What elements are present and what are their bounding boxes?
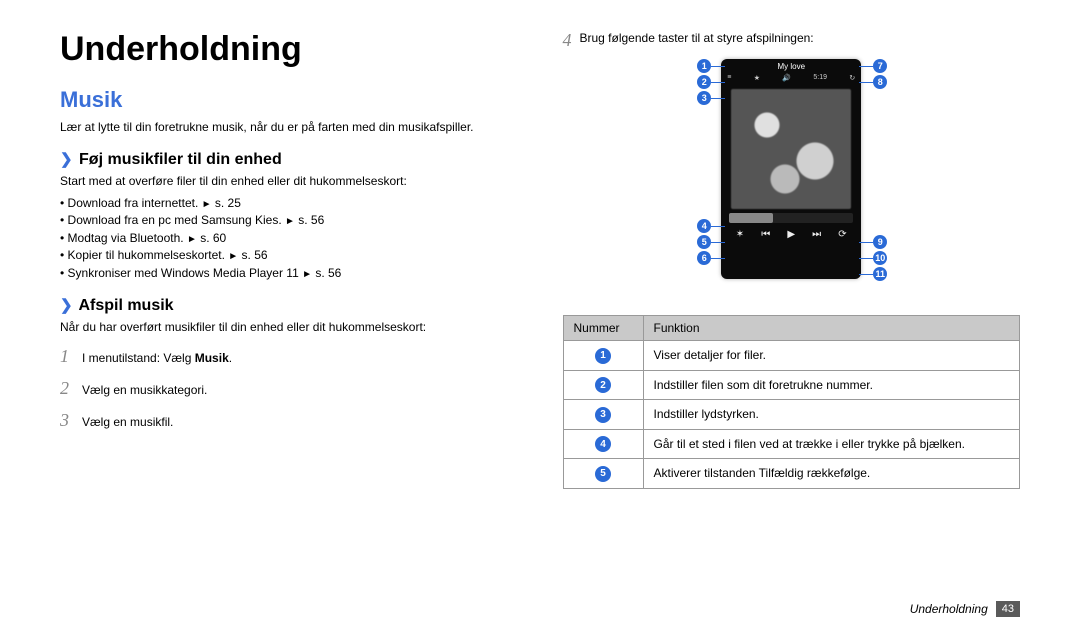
leader-line [711,242,725,243]
row-badge: 3 [595,407,611,423]
loop-icon: ⟳ [838,229,846,240]
row-func: Går til et sted i filen ved at trække i … [643,429,1020,459]
row-badge: 2 [595,377,611,393]
callout-4: 4 [697,219,711,233]
triangle-ref-icon: ► [285,216,295,227]
progress-bar [729,213,853,223]
list-item: Download fra en pc med Samsung Kies. ► s… [60,212,518,230]
list-item: Download fra internettet. ► s. 25 [60,195,518,213]
album-art [731,89,851,209]
track-duration: 5:19 [813,74,827,82]
row-badge: 1 [595,348,611,364]
callout-8: 8 [873,75,887,89]
triangle-ref-icon: ► [302,269,312,280]
row-func: Viser detaljer for filer. [643,341,1020,371]
step-item: 1I menutilstand: Vælg Musik. [60,343,518,369]
prev-icon: ⏮ [761,229,770,240]
speaker-icon: 🔊 [782,74,791,82]
leader-line [859,242,873,243]
leader-line [859,274,873,275]
next-icon: ⏭ [812,229,821,240]
step4-text: Brug følgende taster til at styre afspil… [580,30,814,47]
row-func: Indstiller filen som dit foretrukne numm… [643,370,1020,400]
leader-line [711,66,725,67]
table-row: 5 Aktiverer tilstanden Tilfældig rækkeføl… [563,459,1020,489]
star-icon: ★ [754,74,760,82]
page-title: Underholdning [60,30,518,69]
row-badge: 4 [595,436,611,452]
list-item: Modtag via Bluetooth. ► s. 60 [60,230,518,248]
footer-label: Underholdning [910,602,988,616]
leader-line [859,258,873,259]
play-intro: Når du har overført musikfiler til din e… [60,319,518,336]
page-footer: Underholdning 43 [910,601,1020,617]
triangle-ref-icon: ► [202,199,212,210]
player-diagram: My love ≡ ★ 🔊 5:19 ↻ ✶ ⏮ ▶ ⏭ [641,59,941,299]
leader-line [711,82,725,83]
function-table: Nummer Funktion 1 Viser detaljer for file… [563,315,1021,489]
callout-5: 5 [697,235,711,249]
intro-text: Lær at lytte til din foretrukne musik, n… [60,119,518,136]
triangle-ref-icon: ► [187,234,197,245]
step-list: 1I menutilstand: Vælg Musik. 2Vælg en mu… [60,343,518,433]
triangle-ref-icon: ► [228,251,238,262]
leader-line [711,258,725,259]
table-row: 1 Viser detaljer for filer. [563,341,1020,371]
callout-6: 6 [697,251,711,265]
leader-line [859,66,873,67]
table-row: 4 Går til et sted i filen ved at trække i… [563,429,1020,459]
step-number: 1 [60,343,74,369]
song-title: My love [721,59,861,71]
phone-mockup: My love ≡ ★ 🔊 5:19 ↻ ✶ ⏮ ▶ ⏭ [721,59,861,279]
list-item: Kopier til hukommelseskortet. ► s. 56 [60,247,518,265]
row-badge: 5 [595,466,611,482]
leader-line [711,226,725,227]
step-number: 2 [60,375,74,401]
callout-3: 3 [697,91,711,105]
bullet-list: Download fra internettet. ► s. 25 Downlo… [60,195,518,283]
step-number: 3 [60,407,74,433]
callout-11: 11 [873,267,887,281]
table-row: 3 Indstiller lydstyrken. [563,400,1020,430]
list-item: Synkroniser med Windows Media Player 11 … [60,265,518,283]
chevron-icon: ❯ [60,297,73,314]
list-icon: ≡ [727,74,731,82]
subheading-play-music: ❯ Afspil musik [60,296,518,315]
table-row: 2 Indstiller filen som dit foretrukne num… [563,370,1020,400]
subheading-add-files: ❯ Føj musikfiler til din enhed [60,150,518,169]
row-func: Indstiller lydstyrken. [643,400,1020,430]
chevron-icon: ❯ [60,151,73,168]
callout-9: 9 [873,235,887,249]
shuffle-icon: ✶ [736,229,744,240]
callout-2: 2 [697,75,711,89]
step-item: 3Vælg en musikfil. [60,407,518,433]
play-icon: ▶ [787,229,795,240]
add-intro: Start med at overføre filer til din enhe… [60,173,518,190]
row-func: Aktiverer tilstanden Tilfældig rækkefølg… [643,459,1020,489]
callout-10: 10 [873,251,887,265]
step-number: 4 [563,30,572,51]
callout-1: 1 [697,59,711,73]
col-header-function: Funktion [643,316,1020,341]
col-header-number: Nummer [563,316,643,341]
step-item: 2Vælg en musikkategori. [60,375,518,401]
leader-line [711,98,725,99]
repeat-icon: ↻ [849,74,855,82]
callout-7: 7 [873,59,887,73]
page-number: 43 [996,601,1020,617]
section-heading-musik: Musik [60,87,518,113]
leader-line [859,82,873,83]
